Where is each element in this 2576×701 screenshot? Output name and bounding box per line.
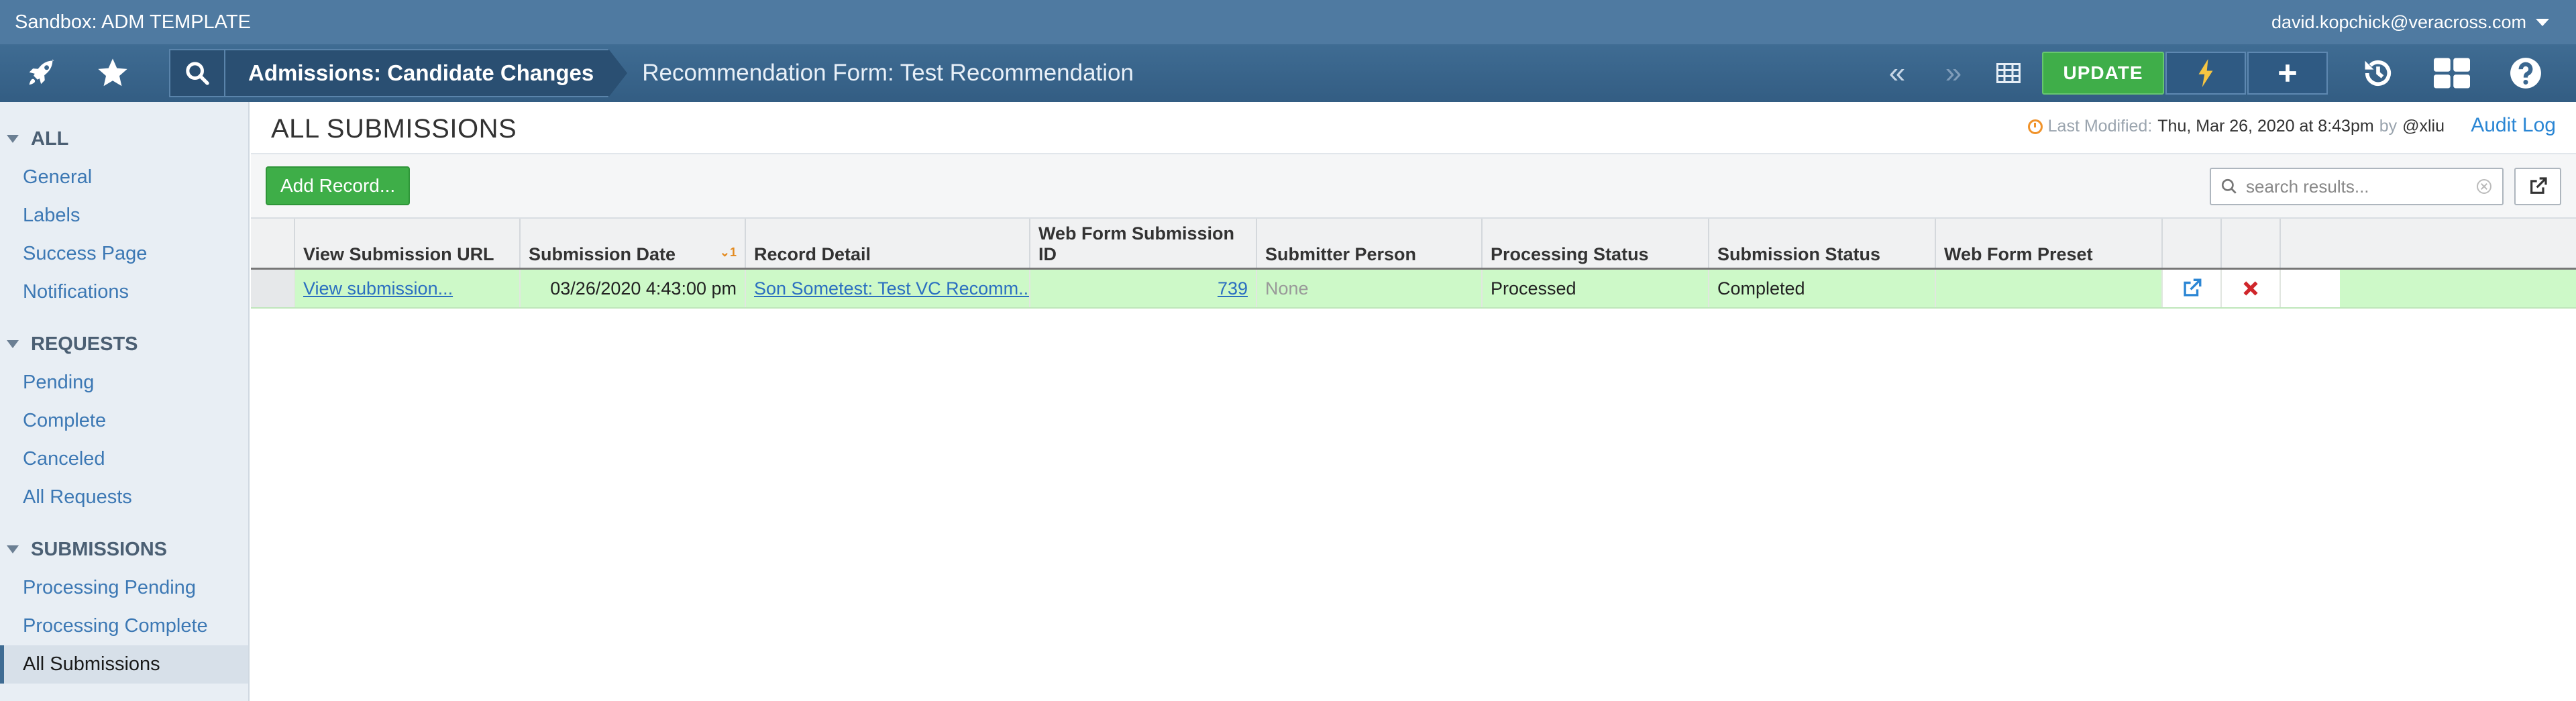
sidebar-section-all[interactable]: ALL <box>0 119 248 158</box>
last-modified-label: Last Modified: <box>2047 117 2153 136</box>
delete-icon[interactable] <box>2242 280 2259 297</box>
breadcrumb: Admissions: Candidate Changes Recommenda… <box>169 44 1134 102</box>
column-header[interactable]: Web Form Preset <box>1936 219 2163 268</box>
caret-down-icon[interactable] <box>2536 18 2549 26</box>
popout-button[interactable] <box>2514 168 2561 205</box>
column-header[interactable]: Web Form Submission ID <box>1030 219 1257 268</box>
lightning-icon[interactable] <box>2165 52 2246 95</box>
search-input[interactable] <box>2246 176 2477 197</box>
user-menu[interactable]: david.kopchick@veracross.com <box>2271 12 2549 33</box>
grid-icon[interactable] <box>1982 44 2035 102</box>
external-link-icon <box>2530 177 2547 194</box>
record-detail-cell[interactable]: Son Sometest: Test VC Recomm... <box>746 270 1030 307</box>
sidebar-item-notifications[interactable]: Notifications <box>0 273 248 311</box>
submission-id-cell[interactable]: 739 <box>1030 270 1257 307</box>
star-icon[interactable] <box>86 44 140 102</box>
breadcrumb-separator <box>608 49 628 97</box>
sidebar-section-title: REQUESTS <box>31 333 138 355</box>
last-modified-value: Thu, Mar 26, 2020 at 8:43pm <box>2157 117 2374 136</box>
sort-descending-icon[interactable]: ⌄1 <box>720 246 737 260</box>
record-detail-link[interactable]: Son Sometest: Test VC Recomm... <box>754 278 1029 299</box>
clock-icon <box>2027 119 2043 134</box>
sidebar-section-submissions[interactable]: SUBMISSIONS <box>0 530 248 569</box>
sidebar-item-complete[interactable]: Complete <box>0 402 248 440</box>
modified-by: @xliu <box>2402 117 2445 136</box>
double-chevron-right-icon[interactable]: » <box>1925 56 1982 90</box>
collapse-triangle-icon[interactable] <box>7 340 19 348</box>
column-header-label[interactable]: Submission Date <box>529 244 676 265</box>
main-navbar: Admissions: Candidate Changes Recommenda… <box>0 44 2576 102</box>
column-header-sorted[interactable]: Submission Date ⌄1 <box>521 219 746 268</box>
double-chevron-left-icon[interactable]: « <box>1869 56 1925 90</box>
sidebar-item-processing-pending[interactable]: Processing Pending <box>0 569 248 607</box>
search-icon <box>2221 178 2237 194</box>
clear-icon[interactable] <box>2477 179 2491 194</box>
history-icon[interactable] <box>2341 44 2415 102</box>
submission-status-cell: Completed <box>1709 270 1936 307</box>
audit-log-link[interactable]: Audit Log <box>2471 114 2556 137</box>
update-button[interactable]: UPDATE <box>2042 52 2164 95</box>
action-header <box>2222 219 2281 268</box>
filler-cell <box>2281 270 2340 307</box>
sidebar-item-labels[interactable]: Labels <box>0 197 248 235</box>
sidebar-item-pending[interactable]: Pending <box>0 364 248 402</box>
collapse-triangle-icon[interactable] <box>7 135 19 143</box>
sidebar-section-title: SUBMISSIONS <box>31 538 168 560</box>
sidebar-item-canceled[interactable]: Canceled <box>0 440 248 478</box>
content-header: ALL SUBMISSIONS Last Modified: Thu, Mar … <box>251 102 2576 154</box>
processing-status-cell: Processed <box>1483 270 1709 307</box>
user-email[interactable]: david.kopchick@veracross.com <box>2271 12 2526 33</box>
column-header[interactable]: Submission Status <box>1709 219 1936 268</box>
table-row[interactable]: View submission... 03/26/2020 4:43:00 pm… <box>251 270 2576 309</box>
by-label: by <box>2379 117 2398 136</box>
action-header <box>2163 219 2222 268</box>
sidebar-section-title: ALL <box>31 127 69 150</box>
open-record-cell[interactable] <box>2163 270 2222 307</box>
plus-icon[interactable] <box>2247 52 2328 95</box>
breadcrumb-primary[interactable]: Admissions: Candidate Changes <box>225 49 609 97</box>
submitter-cell: None <box>1257 270 1483 307</box>
last-modified: Last Modified: Thu, Mar 26, 2020 at 8:43… <box>2027 117 2445 136</box>
page-title: ALL SUBMISSIONS <box>271 114 517 144</box>
view-submission-link[interactable]: View submission... <box>303 278 453 299</box>
rocket-icon[interactable] <box>15 44 68 102</box>
main-content: ALL SUBMISSIONS Last Modified: Thu, Mar … <box>251 102 2576 701</box>
sort-order: 1 <box>729 246 737 259</box>
system-bar: Sandbox: ADM TEMPLATE david.kopchick@ver… <box>0 0 2576 44</box>
search-box[interactable] <box>2210 168 2504 205</box>
submission-date-cell: 03/26/2020 4:43:00 pm <box>521 270 746 307</box>
toolbar: Add Record... <box>251 154 2576 219</box>
sidebar-item-success-page[interactable]: Success Page <box>0 235 248 273</box>
preset-cell <box>1936 270 2163 307</box>
delete-record-cell[interactable] <box>2222 270 2281 307</box>
breadcrumb-secondary: Recommendation Form: Test Recommendation <box>642 60 1134 86</box>
search-icon[interactable] <box>169 49 225 97</box>
gutter-header <box>251 219 295 268</box>
row-gutter[interactable] <box>251 270 295 307</box>
sidebar-section-requests[interactable]: REQUESTS <box>0 325 248 364</box>
column-header[interactable]: View Submission URL <box>295 219 521 268</box>
collapse-triangle-icon[interactable] <box>7 545 19 553</box>
submission-id-link[interactable]: 739 <box>1218 278 1248 299</box>
breadcrumb-primary-label[interactable]: Admissions: Candidate Changes <box>248 60 594 86</box>
sidebar-item-processing-complete[interactable]: Processing Complete <box>0 607 248 645</box>
column-header[interactable]: Processing Status <box>1483 219 1709 268</box>
view-submission-cell[interactable]: View submission... <box>295 270 521 307</box>
table-header: View Submission URL Submission Date ⌄1 R… <box>251 219 2576 270</box>
column-header[interactable]: Record Detail <box>746 219 1030 268</box>
sidebar-item-all-submissions[interactable]: All Submissions <box>0 645 248 684</box>
add-record-button[interactable]: Add Record... <box>266 166 411 205</box>
column-header[interactable]: Submitter Person <box>1257 219 1483 268</box>
sidebar-item-all-requests[interactable]: All Requests <box>0 478 248 517</box>
filler-header <box>2281 219 2340 268</box>
navbar-actions: « » UPDATE <box>1869 44 2576 102</box>
external-link-icon[interactable] <box>2180 277 2203 300</box>
sidebar-item-general[interactable]: General <box>0 158 248 197</box>
sidebar: ALL General Labels Success Page Notifica… <box>0 102 250 701</box>
app-title: Sandbox: ADM TEMPLATE <box>15 11 251 33</box>
dashboard-icon[interactable] <box>2415 44 2489 102</box>
help-icon[interactable] <box>2489 44 2563 102</box>
